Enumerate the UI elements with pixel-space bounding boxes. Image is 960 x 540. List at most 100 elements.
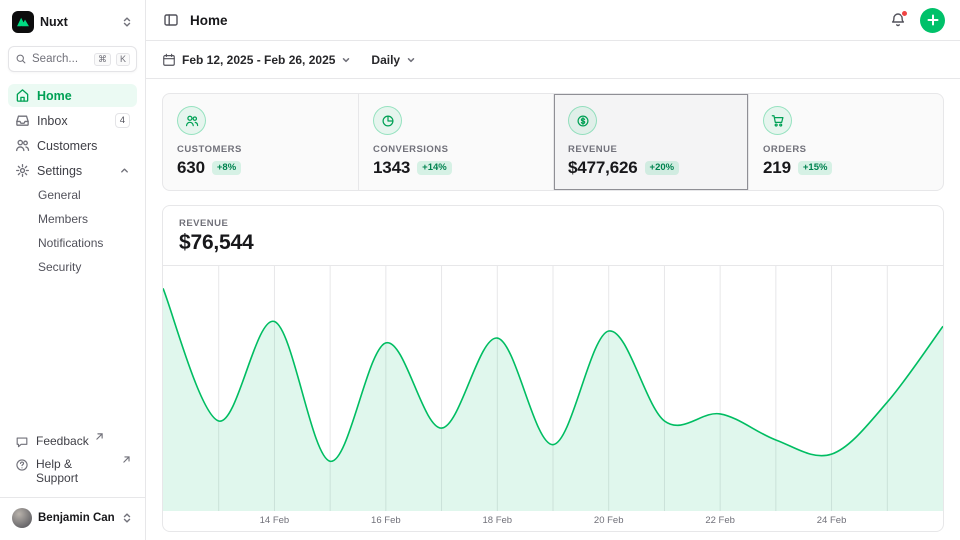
calendar-icon [162, 53, 176, 67]
collapse-sidebar-button[interactable] [161, 10, 181, 30]
stat-icon-badge [373, 106, 402, 135]
chart-metric-label: REVENUE [179, 218, 927, 229]
footer-link-label: Feedback [36, 434, 89, 448]
stat-value: 630 [177, 158, 205, 178]
nav-label: Settings [37, 164, 82, 178]
page-title: Home [190, 13, 228, 28]
date-range-picker[interactable]: Feb 12, 2025 - Feb 26, 2025 [162, 53, 351, 67]
revenue-chart-card: REVENUE $76,544 14 Feb 16 Feb 18 Feb 20 Feb… [162, 205, 944, 532]
inbox-count-badge: 4 [115, 113, 130, 128]
add-button[interactable] [920, 8, 945, 33]
stat-delta-badge: +8% [212, 161, 241, 175]
chevrons-up-down-icon [121, 16, 133, 28]
chevron-down-icon [406, 55, 416, 65]
team-name: Nuxt [40, 15, 115, 29]
kbd-cmd: ⌘ [94, 53, 111, 66]
search-icon [15, 53, 27, 65]
nuxt-logo-icon [12, 11, 34, 33]
footer-link-label: Help & Support [36, 457, 116, 485]
stat-delta-badge: +20% [645, 161, 680, 175]
plus-icon [927, 14, 939, 26]
dashboard-content: CUSTOMERS 630 +8% CONVERSIONS 1343 +14% [146, 79, 960, 540]
chevrons-up-down-icon [121, 512, 133, 524]
user-menu[interactable]: Benjamin Canac [8, 505, 137, 531]
x-axis-tick-label: 20 Feb [594, 515, 624, 526]
help-support-link[interactable]: Help & Support [8, 453, 137, 489]
chart-x-axis: 14 Feb 16 Feb 18 Feb 20 Feb 22 Feb 24 Feb [163, 511, 943, 531]
app-root: Nuxt Search... ⌘ K Home Inbox 4 Customer… [0, 0, 960, 540]
stat-icon-badge [177, 106, 206, 135]
sidebar-item-home[interactable]: Home [8, 84, 137, 107]
stat-delta-badge: +14% [417, 161, 452, 175]
team-switcher[interactable]: Nuxt [8, 8, 137, 36]
chart-header: REVENUE $76,544 [163, 206, 943, 266]
inbox-icon [15, 113, 30, 128]
panel-left-icon [163, 12, 179, 28]
sidebar-spacer [8, 278, 137, 430]
area-chart-svg [163, 266, 943, 511]
stat-card-orders[interactable]: ORDERS 219 +15% [748, 94, 943, 190]
topbar: Home [146, 0, 960, 41]
external-link-icon [123, 456, 130, 463]
shopping-cart-icon [771, 114, 785, 128]
nav-label: Inbox [37, 114, 68, 128]
home-icon [15, 88, 30, 103]
stat-label: REVENUE [568, 144, 734, 155]
sidebar-item-customers[interactable]: Customers [8, 134, 137, 157]
stat-label: ORDERS [763, 144, 929, 155]
stat-value: $477,626 [568, 158, 638, 178]
chevron-down-icon [341, 55, 351, 65]
stat-label: CUSTOMERS [177, 144, 344, 155]
search-input[interactable]: Search... ⌘ K [8, 46, 137, 72]
sidebar-nav: Home Inbox 4 Customers Settings General … [8, 84, 137, 278]
chart-metric-value: $76,544 [179, 231, 927, 255]
revenue-area-chart[interactable] [163, 266, 943, 511]
stat-value: 1343 [373, 158, 410, 178]
notifications-button[interactable] [888, 10, 908, 30]
user-avatar [12, 508, 32, 528]
x-axis-tick-label: 24 Feb [817, 515, 847, 526]
chat-bubble-icon [15, 435, 29, 449]
stat-icon-badge [763, 106, 792, 135]
x-axis-tick-label: 18 Feb [482, 515, 512, 526]
stat-card-customers[interactable]: CUSTOMERS 630 +8% [163, 94, 358, 190]
sidebar: Nuxt Search... ⌘ K Home Inbox 4 Customer… [0, 0, 146, 540]
sidebar-item-settings[interactable]: Settings [8, 159, 137, 182]
users-icon [185, 114, 199, 128]
user-name: Benjamin Canac [38, 512, 115, 524]
pie-chart-icon [381, 114, 395, 128]
main-panel: Home Feb 12, 2025 - Feb 26, 2025 Daily [146, 0, 960, 540]
period-label: Daily [371, 53, 400, 67]
external-link-icon [96, 433, 103, 440]
stat-delta-badge: +15% [798, 161, 833, 175]
kbd-k: K [116, 53, 130, 66]
x-axis-tick-label: 22 Feb [705, 515, 735, 526]
x-axis-tick-label: 16 Feb [371, 515, 401, 526]
chevron-up-icon [119, 165, 130, 176]
sidebar-item-notifications[interactable]: Notifications [8, 232, 137, 254]
stat-icon-badge [568, 106, 597, 135]
sidebar-item-members[interactable]: Members [8, 208, 137, 230]
nav-label: Customers [37, 139, 97, 153]
stat-card-conversions[interactable]: CONVERSIONS 1343 +14% [358, 94, 553, 190]
search-placeholder: Search... [32, 53, 89, 65]
date-range-label: Feb 12, 2025 - Feb 26, 2025 [182, 53, 335, 67]
stat-value: 219 [763, 158, 791, 178]
sidebar-item-inbox[interactable]: Inbox 4 [8, 109, 137, 132]
stats-row: CUSTOMERS 630 +8% CONVERSIONS 1343 +14% [162, 93, 944, 191]
question-circle-icon [15, 458, 29, 472]
sidebar-item-security[interactable]: Security [8, 256, 137, 278]
user-section: Benjamin Canac [0, 497, 145, 532]
feedback-link[interactable]: Feedback [8, 430, 137, 453]
circle-dollar-icon [576, 114, 590, 128]
stat-label: CONVERSIONS [373, 144, 539, 155]
notification-dot [901, 10, 908, 17]
x-axis-tick-label: 14 Feb [260, 515, 290, 526]
period-select[interactable]: Daily [371, 53, 416, 67]
filters-toolbar: Feb 12, 2025 - Feb 26, 2025 Daily [146, 41, 960, 79]
users-icon [15, 138, 30, 153]
sidebar-item-general[interactable]: General [8, 184, 137, 206]
stat-card-revenue[interactable]: REVENUE $477,626 +20% [553, 94, 748, 190]
nav-label: Home [37, 89, 72, 103]
gear-icon [15, 163, 30, 178]
